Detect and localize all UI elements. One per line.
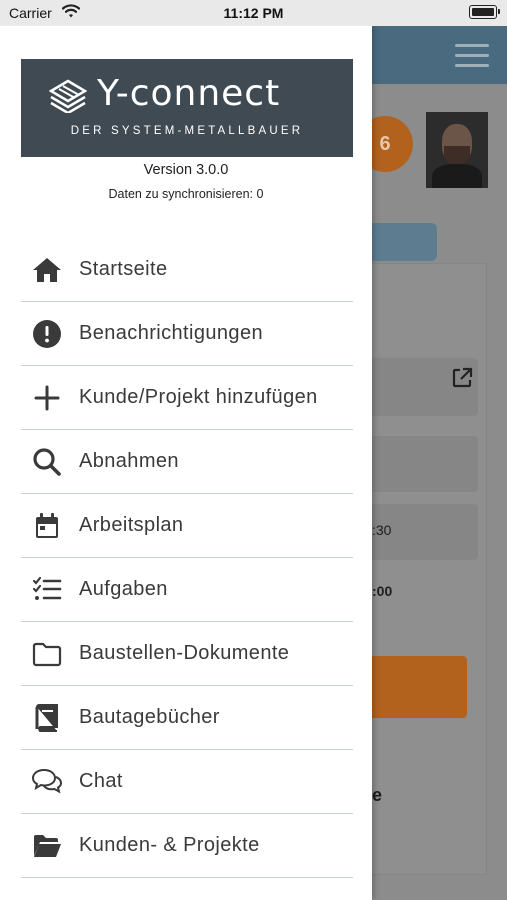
menu-item-label: Benachrichtigungen	[79, 322, 263, 344]
navigation-drawer: Y-connect DER SYSTEM-METALLBAUER Version…	[0, 26, 372, 900]
external-link-icon[interactable]	[450, 366, 474, 396]
menu-item-baustellen-dokumente[interactable]: Baustellen-Dokumente	[21, 622, 353, 686]
menu-item-chat[interactable]: Chat	[21, 750, 353, 814]
alert-circle-icon	[21, 314, 79, 354]
menu-item-arbeitsplan[interactable]: Arbeitsplan	[21, 494, 353, 558]
background-text: e	[372, 785, 383, 805]
menu-item-label: Baustellen-Dokumente	[79, 642, 290, 664]
menu-item-bautagebuecher[interactable]: Bautagebücher	[21, 686, 353, 750]
menu-item-partial[interactable]	[21, 878, 353, 900]
menu-item-label: Bautagebücher	[79, 706, 220, 728]
home-icon	[21, 250, 79, 290]
drawer-menu: Startseite Benachrichtigungen Kunde/Proj…	[21, 238, 353, 900]
book-icon	[21, 698, 79, 738]
menu-item-label: Aufgaben	[79, 578, 168, 600]
menu-item-aufgaben[interactable]: Aufgaben	[21, 558, 353, 622]
calendar-icon	[21, 506, 79, 546]
background-time-text: :00	[372, 583, 393, 599]
avatar[interactable]	[426, 112, 488, 188]
logo-subtitle: DER SYSTEM-METALLBAUER	[70, 125, 304, 137]
checklist-icon	[21, 570, 79, 610]
clock: 11:12 PM	[223, 5, 284, 21]
menu-item-benachrichtigungen[interactable]: Benachrichtigungen	[21, 302, 353, 366]
menu-item-label: Kunde/Projekt hinzufügen	[79, 386, 318, 408]
menu-item-kunden-projekte[interactable]: Kunden- & Projekte	[21, 814, 353, 878]
menu-item-label: Chat	[79, 770, 123, 792]
background-row	[360, 436, 478, 492]
status-bar: Carrier 11:12 PM	[0, 0, 507, 26]
folder-open-icon	[21, 826, 79, 866]
app-logo: Y-connect DER SYSTEM-METALLBAUER	[21, 59, 353, 157]
menu-item-label: Startseite	[79, 258, 168, 280]
sync-status: Daten zu synchronisieren: 0	[108, 187, 264, 201]
chat-icon	[21, 762, 79, 802]
app-version: Version 3.0.0	[143, 162, 229, 178]
menu-item-label: Arbeitsplan	[79, 514, 184, 536]
menu-item-icon	[21, 890, 79, 900]
menu-item-label: Abnahmen	[79, 450, 179, 472]
search-icon	[21, 442, 79, 482]
menu-item-kunde-projekt-hinzufuegen[interactable]: Kunde/Projekt hinzufügen	[21, 366, 353, 430]
menu-item-abnahmen[interactable]: Abnahmen	[21, 430, 353, 494]
menu-item-label: Kunden- & Projekte	[79, 834, 260, 856]
plus-icon	[21, 378, 79, 418]
menu-item-startseite[interactable]: Startseite	[21, 238, 353, 302]
battery-icon	[469, 5, 500, 19]
background-time-text: :30	[372, 522, 392, 538]
logo-icon	[49, 79, 87, 113]
hamburger-menu-icon[interactable]	[455, 44, 489, 68]
folder-icon	[21, 634, 79, 674]
logo-title: Y-connect	[97, 73, 281, 114]
